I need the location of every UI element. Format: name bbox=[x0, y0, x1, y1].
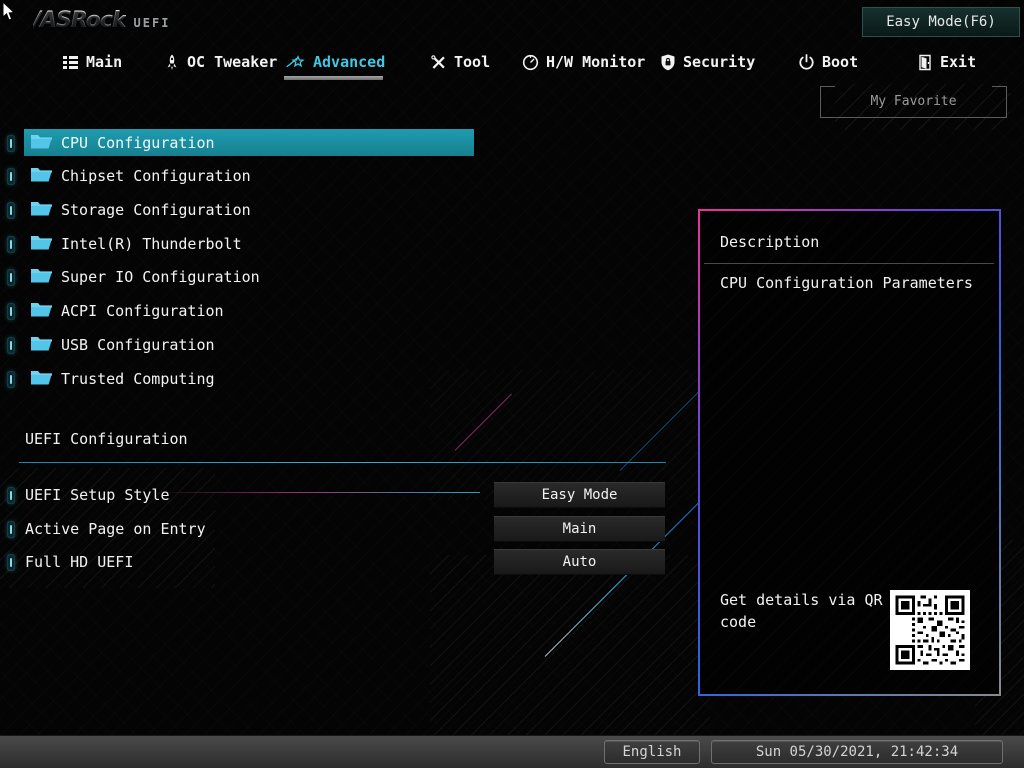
menu-item-label: Trusted Computing bbox=[61, 370, 215, 388]
folder-icon bbox=[30, 166, 53, 187]
node-marker-icon bbox=[7, 486, 15, 504]
menu-item-label: Chipset Configuration bbox=[61, 167, 251, 185]
easy-mode-button[interactable]: Easy Mode(F6) bbox=[862, 7, 1020, 37]
section-title: UEFI Configuration bbox=[25, 430, 188, 448]
menu-item-label: Super IO Configuration bbox=[61, 268, 260, 286]
description-divider bbox=[704, 263, 994, 264]
decorative-line bbox=[454, 393, 512, 451]
gauge-icon bbox=[522, 54, 539, 71]
datetime-display: Sun 05/30/2021, 21:42:34 bbox=[711, 740, 1003, 764]
star-icon bbox=[286, 54, 306, 71]
description-title: Description bbox=[720, 233, 820, 251]
folder-icon bbox=[30, 133, 53, 154]
qr-caption: Get details via QR code bbox=[720, 591, 883, 631]
setting-label: Active Page on Entry bbox=[25, 520, 206, 538]
menu-item-label: Storage Configuration bbox=[61, 201, 251, 219]
tab-label: Security bbox=[683, 53, 756, 71]
node-marker-icon bbox=[7, 553, 15, 571]
power-icon bbox=[798, 53, 815, 71]
folder-icon bbox=[30, 335, 53, 356]
node-marker-icon bbox=[7, 370, 15, 388]
menu-item-super-io-configuration[interactable]: Super IO Configuration bbox=[0, 263, 500, 291]
mouse-cursor-icon bbox=[2, 0, 16, 26]
status-bar: English Sun 05/30/2021, 21:42:34 bbox=[0, 735, 1024, 768]
tab-label: Boot bbox=[822, 53, 859, 71]
description-body: CPU Configuration Parameters bbox=[720, 274, 973, 292]
folder-icon bbox=[30, 301, 53, 322]
background-hatch bbox=[430, 555, 710, 735]
node-marker-icon bbox=[7, 520, 15, 538]
tools-icon bbox=[430, 54, 447, 71]
menu-item-usb-configuration[interactable]: USB Configuration bbox=[0, 331, 500, 359]
folder-icon bbox=[30, 369, 53, 390]
menu-item-intel-thunderbolt[interactable]: Intel(R) Thunderbolt bbox=[0, 230, 500, 258]
active-tab-underline bbox=[284, 76, 383, 80]
description-panel-inner: Description CPU Configuration Parameters… bbox=[700, 211, 999, 694]
uefi-logo-text: UEFI bbox=[133, 16, 171, 30]
folder-icon bbox=[30, 234, 53, 255]
decorative-line bbox=[619, 385, 706, 471]
tab-security[interactable]: Security bbox=[660, 50, 755, 74]
tab-label: Main bbox=[86, 53, 123, 71]
tab-oc-tweaker[interactable]: OC Tweaker bbox=[164, 50, 277, 74]
tab-main[interactable]: Main bbox=[62, 50, 122, 74]
qr-code bbox=[890, 590, 970, 670]
node-marker-icon bbox=[7, 235, 15, 253]
tab-exit[interactable]: Exit bbox=[917, 50, 976, 74]
tab-label: H/W Monitor bbox=[546, 53, 646, 71]
tab-advanced[interactable]: Advanced bbox=[286, 50, 385, 74]
menu-item-label: ACPI Configuration bbox=[61, 302, 224, 320]
tab-tool[interactable]: Tool bbox=[430, 50, 490, 74]
rocket-icon bbox=[164, 54, 180, 71]
list-icon bbox=[62, 54, 79, 71]
node-marker-icon bbox=[7, 167, 15, 185]
asrock-logo-text: /ASRock bbox=[33, 8, 127, 33]
setting-label: UEFI Setup Style bbox=[25, 486, 170, 504]
menu-item-label: CPU Configuration bbox=[61, 134, 215, 152]
asrock-logo: /ASRock UEFI bbox=[33, 8, 170, 33]
folder-icon bbox=[30, 267, 53, 288]
node-marker-icon bbox=[7, 134, 15, 152]
node-marker-icon bbox=[7, 268, 15, 286]
uefi-setup-style-value-button[interactable]: Easy Mode bbox=[494, 482, 665, 508]
tab-label: Tool bbox=[454, 53, 491, 71]
menu-item-acpi-configuration[interactable]: ACPI Configuration bbox=[0, 297, 500, 325]
my-favorite-button[interactable]: My Favorite bbox=[820, 86, 1007, 118]
tab-label: OC Tweaker bbox=[187, 53, 278, 71]
menu-item-chipset-configuration[interactable]: Chipset Configuration bbox=[0, 162, 500, 190]
setting-label: Full HD UEFI bbox=[25, 553, 134, 571]
menu-item-cpu-configuration[interactable]: CPU Configuration bbox=[0, 129, 500, 157]
menu-item-trusted-computing[interactable]: Trusted Computing bbox=[0, 365, 500, 393]
tab-label: Advanced bbox=[313, 53, 386, 71]
tab-hw-monitor[interactable]: H/W Monitor bbox=[522, 50, 645, 74]
node-marker-icon bbox=[7, 336, 15, 354]
shield-icon bbox=[660, 54, 676, 71]
description-panel: Description CPU Configuration Parameters… bbox=[698, 209, 1001, 696]
folder-icon bbox=[30, 200, 53, 221]
tab-boot[interactable]: Boot bbox=[798, 50, 858, 74]
active-page-on-entry-value-button[interactable]: Main bbox=[494, 516, 665, 542]
node-marker-icon bbox=[7, 201, 15, 219]
node-marker-icon bbox=[7, 302, 15, 320]
language-button[interactable]: English bbox=[604, 740, 700, 764]
menu-item-label: Intel(R) Thunderbolt bbox=[61, 235, 242, 253]
exit-door-icon bbox=[917, 54, 933, 71]
full-hd-uefi-value-button[interactable]: Auto bbox=[494, 549, 665, 575]
section-divider bbox=[19, 462, 666, 463]
menu-item-storage-configuration[interactable]: Storage Configuration bbox=[0, 196, 500, 224]
tab-label: Exit bbox=[940, 53, 977, 71]
menu-item-label: USB Configuration bbox=[61, 336, 215, 354]
